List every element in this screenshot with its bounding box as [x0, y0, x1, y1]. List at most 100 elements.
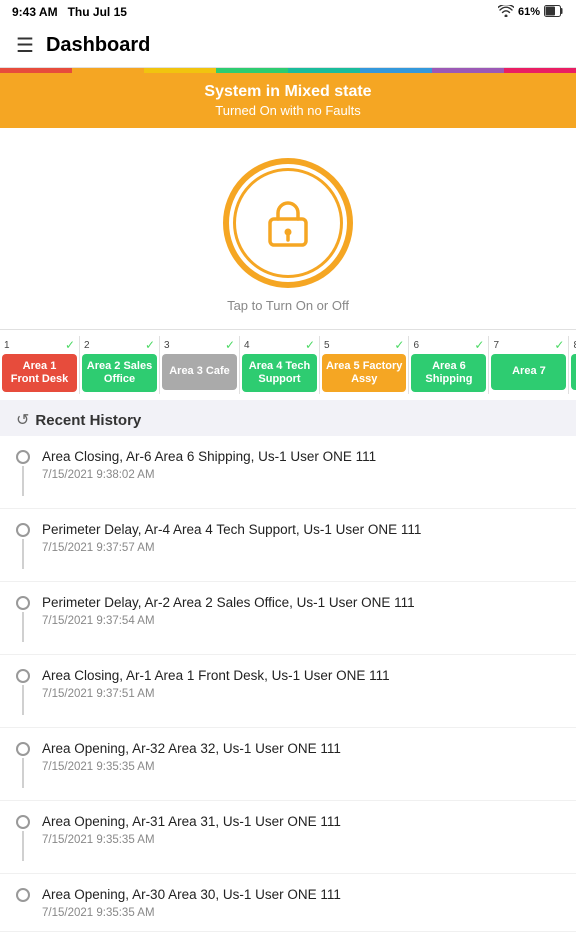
area-item-header: 1 ✓ — [0, 336, 79, 354]
history-content: Area Opening, Ar-30 Area 30, Us-1 User O… — [42, 886, 560, 919]
timeline-dot — [16, 815, 30, 829]
history-timestamp: 7/15/2021 9:35:35 AM — [42, 834, 560, 846]
history-timestamp: 7/15/2021 9:35:35 AM — [42, 761, 560, 773]
area-item[interactable]: 1 ✓ Area 1Front Desk — [0, 336, 80, 394]
area-number: 1 — [4, 340, 10, 351]
history-timestamp: 7/15/2021 9:38:02 AM — [42, 469, 560, 481]
history-text: Area Closing, Ar-1 Area 1 Front Desk, Us… — [42, 667, 560, 686]
timeline-col — [16, 594, 30, 642]
area-number: 6 — [413, 340, 419, 351]
area-label: Area 6Shipping — [411, 354, 486, 392]
history-text: Area Opening, Ar-31 Area 31, Us-1 User O… — [42, 813, 560, 832]
recent-history-section: ↺ Recent History — [0, 400, 576, 436]
battery-icon — [544, 5, 564, 20]
timeline-col — [16, 813, 30, 861]
history-text: Area Opening, Ar-30 Area 30, Us-1 User O… — [42, 886, 560, 905]
area-label: Area 7 — [491, 354, 566, 390]
area-check-icon: ✓ — [394, 338, 404, 352]
area-number: 3 — [164, 340, 170, 351]
history-item[interactable]: Area Closing, Ar-6 Area 6 Shipping, Us-1… — [0, 436, 576, 509]
area-check-icon: ✓ — [474, 338, 484, 352]
system-banner: System in Mixed state Turned On with no … — [0, 73, 576, 128]
timeline-dot — [16, 596, 30, 610]
area-item-header: 7 ✓ — [489, 336, 568, 354]
history-item[interactable]: Area Opening, Ar-31 Area 31, Us-1 User O… — [0, 801, 576, 874]
timeline-dot — [16, 450, 30, 464]
area-label: Area 2 SalesOffice — [82, 354, 157, 392]
area-item-header: 2 ✓ — [80, 336, 159, 354]
history-content: Area Opening, Ar-31 Area 31, Us-1 User O… — [42, 813, 560, 846]
area-number: 4 — [244, 340, 250, 351]
status-bar: 9:43 AM Thu Jul 15 61% — [0, 0, 576, 24]
area-check-icon: ✓ — [225, 338, 235, 352]
area-item-header: 6 ✓ — [409, 336, 488, 354]
timeline-col — [16, 448, 30, 496]
history-icon: ↺ — [16, 410, 29, 430]
area-item[interactable]: 4 ✓ Area 4 TechSupport — [240, 336, 320, 394]
area-check-icon: ✓ — [554, 338, 564, 352]
area-item[interactable]: 3 ✓ Area 3 Cafe — [160, 336, 240, 394]
timeline-col — [16, 667, 30, 715]
timeline-dot — [16, 669, 30, 683]
status-indicators: 61% — [498, 5, 564, 20]
color-bar — [0, 68, 576, 73]
area-item-header: 5 ✓ — [320, 336, 408, 354]
area-label: Area 3 Cafe — [162, 354, 237, 390]
history-content: Perimeter Delay, Ar-4 Area 4 Tech Suppor… — [42, 521, 560, 554]
history-text: Perimeter Delay, Ar-2 Area 2 Sales Offic… — [42, 594, 560, 613]
area-item[interactable]: 8 ✓ Area 8 — [569, 336, 576, 394]
timeline-line — [22, 758, 24, 788]
history-text: Area Closing, Ar-6 Area 6 Shipping, Us-1… — [42, 448, 560, 467]
history-text: Perimeter Delay, Ar-4 Area 4 Tech Suppor… — [42, 521, 560, 540]
history-timestamp: 7/15/2021 9:37:51 AM — [42, 688, 560, 700]
history-item[interactable]: Perimeter Delay, Ar-2 Area 2 Sales Offic… — [0, 582, 576, 655]
area-label: Area 1Front Desk — [2, 354, 77, 392]
timeline-line — [22, 466, 24, 496]
lock-button[interactable] — [223, 158, 353, 288]
history-item[interactable]: Area Opening, Ar-30 Area 30, Us-1 User O… — [0, 874, 576, 932]
system-state-subtitle: Turned On with no Faults — [16, 103, 560, 118]
lock-icon — [258, 193, 318, 253]
menu-icon[interactable]: ☰ — [16, 33, 34, 58]
wifi-icon — [498, 5, 514, 20]
history-content: Perimeter Delay, Ar-2 Area 2 Sales Offic… — [42, 594, 560, 627]
battery-text: 61% — [518, 6, 540, 18]
timeline-dot — [16, 742, 30, 756]
areas-row[interactable]: 1 ✓ Area 1Front Desk 2 ✓ Area 2 SalesOff… — [0, 329, 576, 400]
area-item-header: 3 ✓ — [160, 336, 239, 354]
header: ☰ Dashboard — [0, 24, 576, 68]
page-title: Dashboard — [46, 34, 150, 57]
area-item[interactable]: 5 ✓ Area 5 FactoryAssy — [320, 336, 409, 394]
lock-inner-circle — [233, 168, 343, 278]
history-item[interactable]: Perimeter Delay, Ar-4 Area 4 Tech Suppor… — [0, 509, 576, 582]
area-check-icon: ✓ — [65, 338, 75, 352]
area-item[interactable]: 2 ✓ Area 2 SalesOffice — [80, 336, 160, 394]
timeline-dot — [16, 523, 30, 537]
history-content: Area Closing, Ar-6 Area 6 Shipping, Us-1… — [42, 448, 560, 481]
timeline-dot — [16, 888, 30, 902]
area-item[interactable]: 7 ✓ Area 7 — [489, 336, 569, 394]
timeline-col — [16, 521, 30, 569]
status-time: 9:43 AM Thu Jul 15 — [12, 5, 127, 19]
history-text: Area Opening, Ar-32 Area 32, Us-1 User O… — [42, 740, 560, 759]
timeline-col — [16, 886, 30, 902]
area-number: 2 — [84, 340, 90, 351]
area-label: Area 5 FactoryAssy — [322, 354, 406, 392]
history-content: Area Opening, Ar-32 Area 32, Us-1 User O… — [42, 740, 560, 773]
area-number: 5 — [324, 340, 330, 351]
area-item[interactable]: 6 ✓ Area 6Shipping — [409, 336, 489, 394]
history-timestamp: 7/15/2021 9:37:54 AM — [42, 615, 560, 627]
timeline-line — [22, 612, 24, 642]
area-check-icon: ✓ — [145, 338, 155, 352]
timeline-line — [22, 539, 24, 569]
history-timestamp: 7/15/2021 9:37:57 AM — [42, 542, 560, 554]
history-item[interactable]: Area Closing, Ar-1 Area 1 Front Desk, Us… — [0, 655, 576, 728]
area-item-header: 4 ✓ — [240, 336, 319, 354]
area-number: 7 — [493, 340, 499, 351]
area-check-icon: ✓ — [305, 338, 315, 352]
lock-container: Tap to Turn On or Off — [0, 128, 576, 329]
history-item[interactable]: Area Opening, Ar-32 Area 32, Us-1 User O… — [0, 728, 576, 801]
timeline-line — [22, 685, 24, 715]
timeline-line — [22, 831, 24, 861]
system-state-title: System in Mixed state — [16, 83, 560, 101]
